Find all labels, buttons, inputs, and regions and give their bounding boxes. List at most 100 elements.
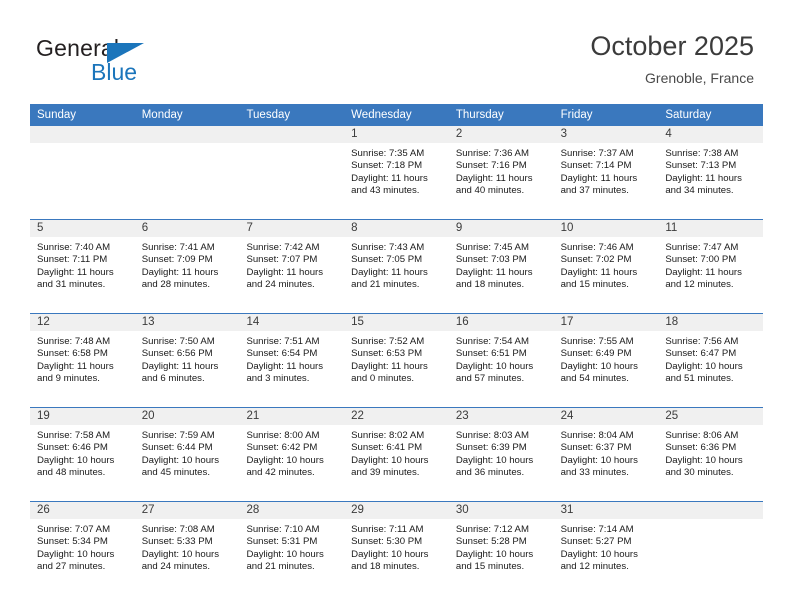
day-number: 4 — [665, 128, 672, 140]
daylight-text-line2: and 45 minutes. — [141, 467, 210, 479]
sunrise-text: Sunrise: 7:48 AM — [37, 336, 111, 347]
sunrise-text: Sunrise: 7:58 AM — [37, 430, 111, 441]
daylight-text-line2: and 48 minutes. — [37, 467, 106, 479]
day-number: 31 — [560, 504, 574, 516]
calendar-day-cell[interactable]: 12 Sunrise: 7:48 AM Sunset: 6:58 PM Dayligh… — [30, 314, 135, 407]
day-number-band: 4 — [658, 126, 764, 144]
day-details: Sunrise: 7:56 AM Sunset: 6:47 PM Daylight:… — [658, 332, 763, 386]
daylight-text-line2: and 3 minutes. — [246, 373, 310, 385]
calendar-day-cell[interactable]: 10 Sunrise: 7:46 AM Sunset: 7:02 PM Dayligh… — [553, 220, 659, 313]
daylight-text-line1: Daylight: 10 hours — [141, 548, 220, 560]
calendar-day-cell[interactable]: 5 Sunrise: 7:40 AM Sunset: 7:11 PM Daylight… — [30, 220, 135, 313]
calendar-day-cell[interactable]: 30 Sunrise: 7:12 AM Sunset: 5:28 PM Dayligh… — [448, 502, 554, 595]
calendar-day-cell[interactable]: 7 Sunrise: 7:42 AM Sunset: 7:07 PM Daylight… — [239, 220, 345, 313]
day-details: Sunrise: 7:52 AM Sunset: 6:53 PM Daylight:… — [344, 332, 449, 386]
calendar-day-cell[interactable]: 20 Sunrise: 7:59 AM Sunset: 6:44 PM Dayligh… — [134, 408, 240, 501]
daylight-text-line1: Daylight: 10 hours — [37, 454, 115, 466]
calendar-day-cell[interactable]: 6 Sunrise: 7:41 AM Sunset: 7:09 PM Daylight… — [134, 220, 240, 313]
calendar-day-cell[interactable]: 2 Sunrise: 7:36 AM Sunset: 7:16 PM Daylight… — [448, 126, 554, 219]
sunset-text: Sunset: 7:03 PM — [455, 254, 527, 266]
sunrise-text: Sunrise: 8:06 AM — [665, 430, 739, 441]
sunset-text: Sunset: 7:09 PM — [141, 254, 213, 266]
brand-logo[interactable]: General Blue — [36, 36, 256, 92]
day-number: 8 — [351, 222, 358, 234]
sunrise-text: Sunrise: 7:12 AM — [455, 524, 529, 535]
calendar-day-cell[interactable]: 15 Sunrise: 7:52 AM Sunset: 6:53 PM Dayligh… — [344, 314, 449, 407]
day-number-band — [658, 502, 764, 520]
sunrise-text: Sunrise: 7:56 AM — [665, 336, 739, 347]
day-number: 9 — [455, 222, 463, 234]
daylight-text-line1: Daylight: 10 hours — [665, 360, 743, 372]
calendar-day-cell[interactable]: 3 Sunrise: 7:37 AM Sunset: 7:14 PM Daylight… — [553, 126, 659, 219]
day-number-band: 14 — [239, 314, 345, 332]
sunset-text: Sunset: 6:47 PM — [665, 348, 737, 360]
day-number: 6 — [141, 222, 149, 234]
day-number-band: 24 — [553, 408, 659, 426]
daylight-text-line1: Daylight: 10 hours — [665, 454, 743, 466]
weekday-header-thursday: Thursday — [455, 109, 504, 121]
day-number: 26 — [37, 504, 50, 516]
day-number: 24 — [560, 410, 574, 422]
day-number-band: 6 — [134, 220, 240, 238]
calendar-day-cell[interactable]: 16 Sunrise: 7:54 AM Sunset: 6:51 PM Dayligh… — [448, 314, 554, 407]
calendar-week-row: 26 Sunrise: 7:07 AM Sunset: 5:34 PM Dayligh… — [30, 501, 764, 595]
calendar-week-row: 1 Sunrise: 7:35 AM Sunset: 7:18 PM Daylight… — [30, 126, 764, 219]
sunrise-text: Sunrise: 7:36 AM — [455, 148, 529, 159]
calendar-day-cell[interactable]: 21 Sunrise: 8:00 AM Sunset: 6:42 PM Dayligh… — [239, 408, 345, 501]
sunrise-text: Sunrise: 8:04 AM — [560, 430, 634, 441]
calendar-day-cell[interactable]: 26 Sunrise: 7:07 AM Sunset: 5:34 PM Dayligh… — [30, 502, 135, 595]
sunrise-text: Sunrise: 7:42 AM — [246, 242, 320, 253]
sunrise-text: Sunrise: 7:41 AM — [141, 242, 215, 253]
daylight-text-line2: and 33 minutes. — [560, 467, 629, 479]
daylight-text-line2: and 40 minutes. — [455, 185, 525, 197]
calendar-day-cell[interactable]: 14 Sunrise: 7:51 AM Sunset: 6:54 PM Dayligh… — [239, 314, 345, 407]
day-number-band: 21 — [239, 408, 345, 426]
calendar-day-cell[interactable]: 4 Sunrise: 7:38 AM Sunset: 7:13 PM Daylight… — [658, 126, 764, 219]
calendar-day-cell[interactable]: 9 Sunrise: 7:45 AM Sunset: 7:03 PM Daylight… — [448, 220, 554, 313]
sunset-text: Sunset: 7:18 PM — [351, 160, 423, 172]
calendar-day-cell[interactable]: 22 Sunrise: 8:02 AM Sunset: 6:41 PM Dayligh… — [344, 408, 449, 501]
sunset-text: Sunset: 7:00 PM — [665, 254, 737, 266]
day-number-band: 8 — [344, 220, 449, 238]
calendar-day-cell[interactable]: 28 Sunrise: 7:10 AM Sunset: 5:31 PM Dayligh… — [239, 502, 345, 595]
daylight-text-line1: Daylight: 11 hours — [37, 266, 114, 278]
day-number: 18 — [665, 316, 679, 328]
day-number-band: 15 — [344, 314, 449, 332]
sunset-text: Sunset: 5:33 PM — [141, 536, 213, 548]
calendar-day-cell[interactable]: 25 Sunrise: 8:06 AM Sunset: 6:36 PM Dayligh… — [658, 408, 764, 501]
calendar-day-cell[interactable]: 24 Sunrise: 8:04 AM Sunset: 6:37 PM Dayligh… — [553, 408, 659, 501]
calendar-day-cell[interactable]: 13 Sunrise: 7:50 AM Sunset: 6:56 PM Dayligh… — [134, 314, 240, 407]
calendar-day-cell[interactable]: 1 Sunrise: 7:35 AM Sunset: 7:18 PM Daylight… — [344, 126, 449, 219]
calendar-day-cell[interactable]: 29 Sunrise: 7:11 AM Sunset: 5:30 PM Dayligh… — [344, 502, 449, 595]
daylight-text-line2: and 6 minutes. — [141, 373, 205, 385]
weekday-header-saturday: Saturday — [665, 109, 712, 121]
day-details: Sunrise: 7:51 AM Sunset: 6:54 PM Daylight:… — [239, 332, 344, 386]
calendar-day-cell[interactable]: 17 Sunrise: 7:55 AM Sunset: 6:49 PM Dayligh… — [553, 314, 659, 407]
weekday-header-wednesday: Wednesday — [351, 109, 412, 121]
daylight-text-line2: and 34 minutes. — [665, 185, 734, 197]
sunrise-text: Sunrise: 7:47 AM — [665, 242, 739, 253]
day-number-band: 17 — [553, 314, 659, 332]
day-details: Sunrise: 8:04 AM Sunset: 6:37 PM Daylight:… — [554, 426, 659, 480]
calendar-day-cell[interactable]: 11 Sunrise: 7:47 AM Sunset: 7:00 PM Dayligh… — [658, 220, 764, 313]
day-details: Sunrise: 7:46 AM Sunset: 7:02 PM Daylight:… — [554, 238, 659, 292]
calendar-day-cell[interactable]: 8 Sunrise: 7:43 AM Sunset: 7:05 PM Daylight… — [344, 220, 449, 313]
sunrise-text: Sunrise: 7:50 AM — [141, 336, 215, 347]
calendar-day-cell[interactable]: 18 Sunrise: 7:56 AM Sunset: 6:47 PM Dayligh… — [658, 314, 764, 407]
calendar-day-cell[interactable]: 31 Sunrise: 7:14 AM Sunset: 5:27 PM Dayligh… — [553, 502, 659, 595]
daylight-text-line1: Daylight: 10 hours — [455, 548, 534, 560]
calendar-day-cell[interactable]: 19 Sunrise: 7:58 AM Sunset: 6:46 PM Dayligh… — [30, 408, 135, 501]
sunset-text: Sunset: 7:11 PM — [37, 254, 108, 266]
daylight-text-line1: Daylight: 11 hours — [246, 266, 324, 278]
day-details: Sunrise: 7:48 AM Sunset: 6:58 PM Daylight:… — [30, 332, 135, 386]
calendar-page: General Blue October 2025 Grenoble, Fran… — [0, 0, 792, 612]
calendar-day-cell[interactable]: 23 Sunrise: 8:03 AM Sunset: 6:39 PM Dayligh… — [448, 408, 554, 501]
daylight-text-line2: and 37 minutes. — [560, 185, 629, 197]
daylight-text-line1: Daylight: 11 hours — [351, 266, 428, 278]
calendar-day-cell[interactable]: 27 Sunrise: 7:08 AM Sunset: 5:33 PM Dayligh… — [134, 502, 240, 595]
daylight-text-line2: and 24 minutes. — [141, 561, 210, 573]
title-block: October 2025 Grenoble, France — [590, 30, 754, 86]
daylight-text-line1: Daylight: 11 hours — [455, 266, 533, 278]
daylight-text-line1: Daylight: 10 hours — [560, 454, 638, 466]
calendar-week-row: 12 Sunrise: 7:48 AM Sunset: 6:58 PM Dayligh… — [30, 313, 764, 407]
